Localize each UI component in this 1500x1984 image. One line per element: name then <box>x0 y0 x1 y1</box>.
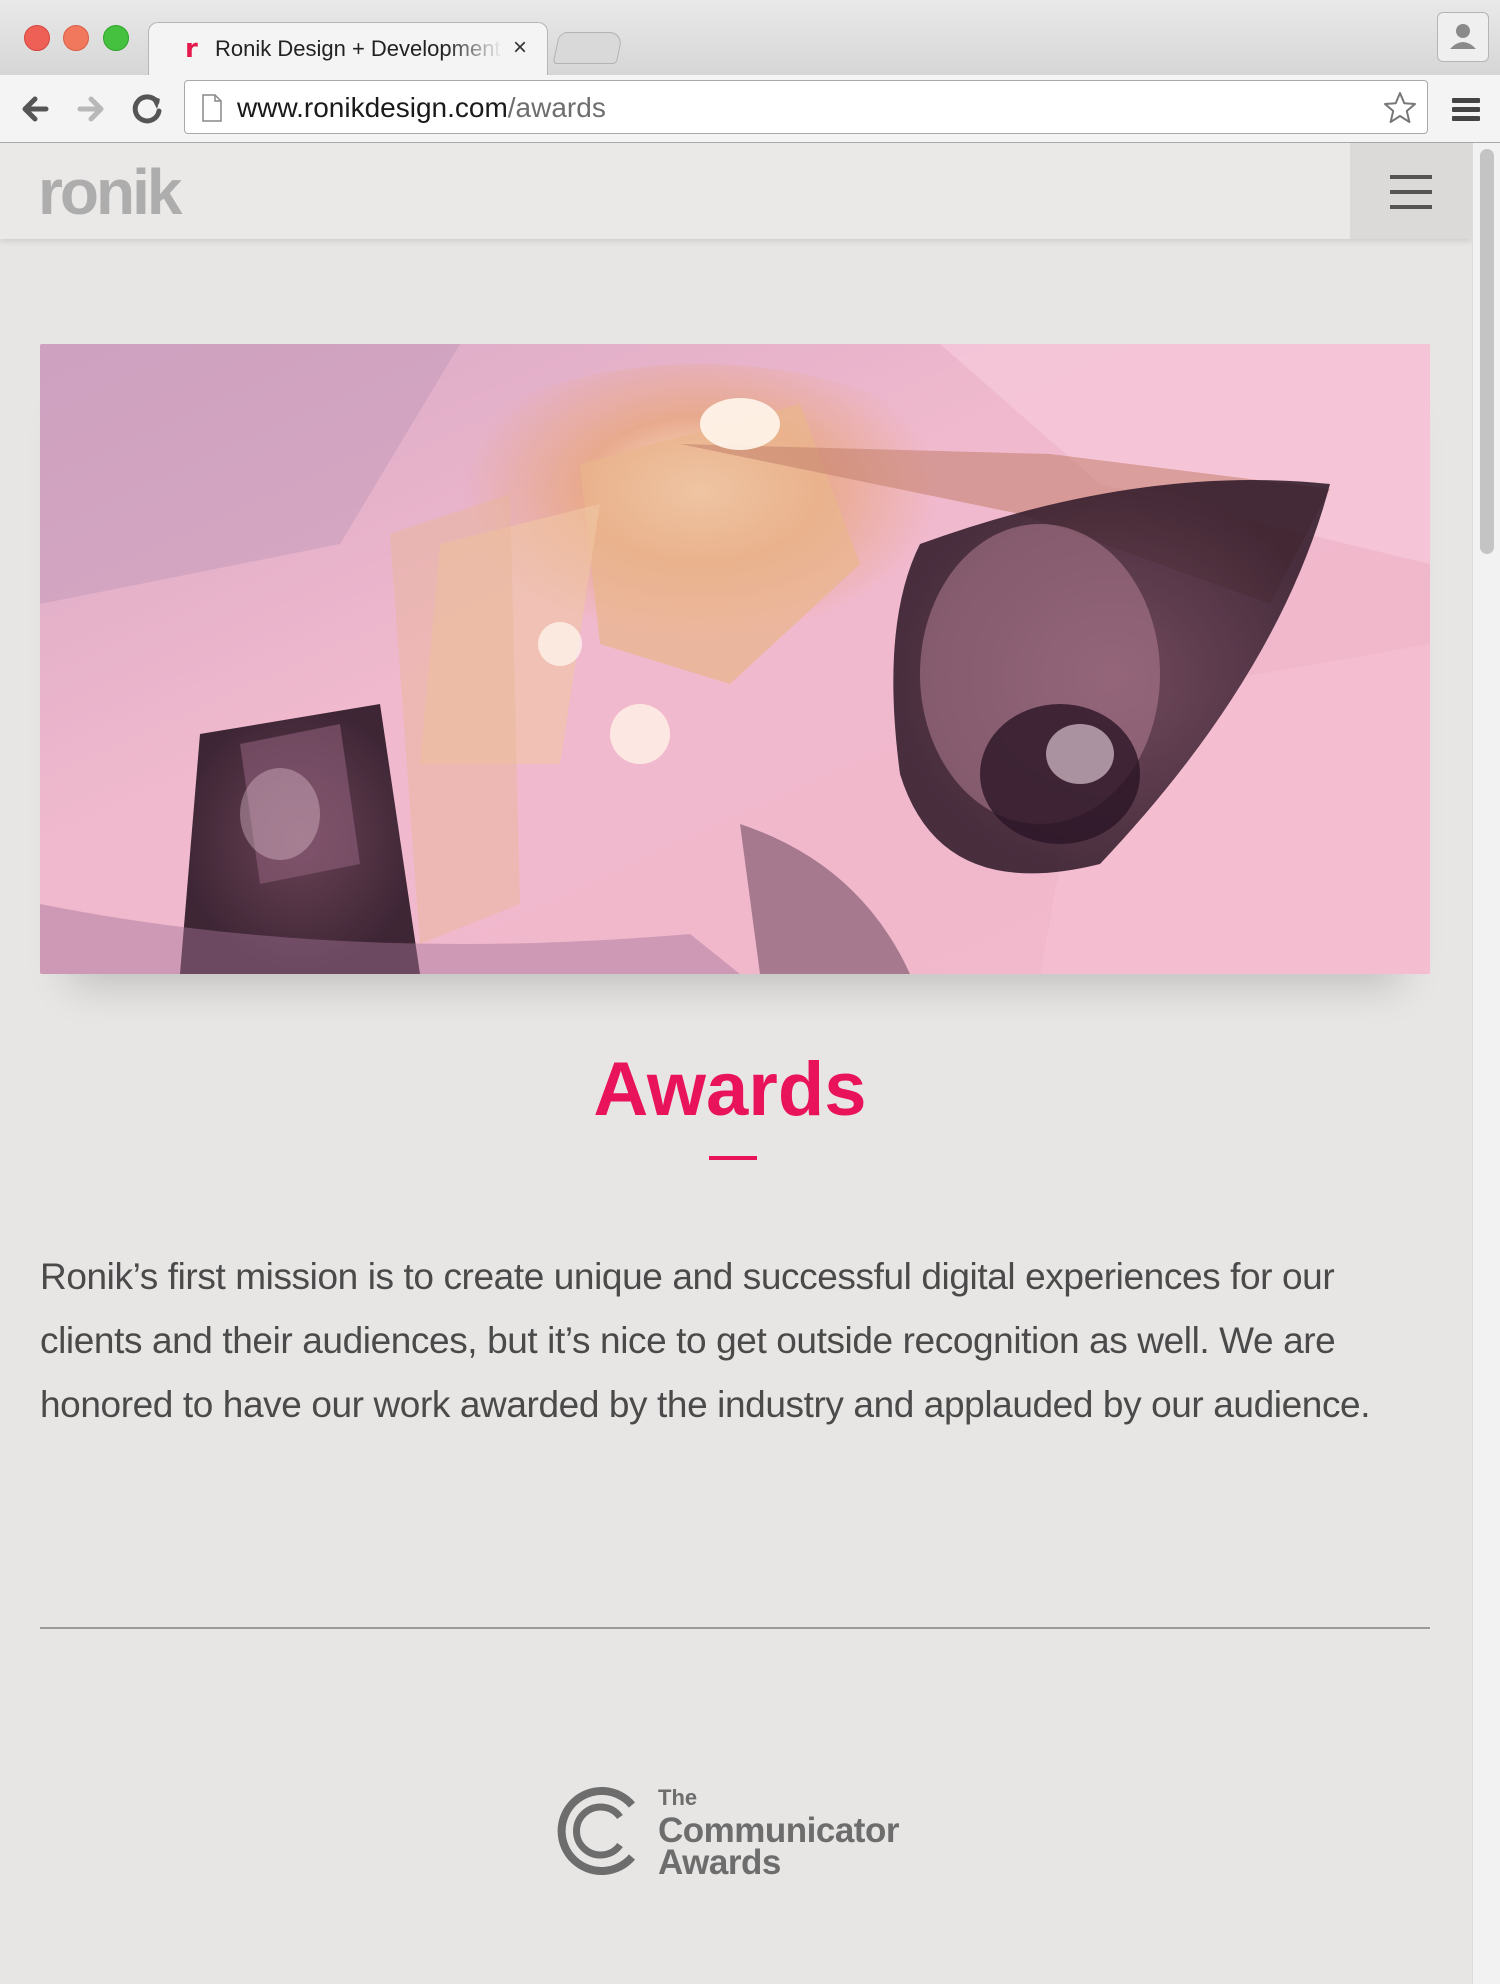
hamburger-icon-bar <box>1390 190 1432 194</box>
page-icon <box>202 94 222 122</box>
section-divider <box>40 1627 1430 1629</box>
back-button[interactable] <box>16 89 56 129</box>
ronik-favicon-icon: r <box>185 34 198 64</box>
browser-menu-icon[interactable] <box>1449 93 1483 127</box>
scrollbar-thumb[interactable] <box>1480 149 1494 554</box>
reload-button[interactable] <box>127 89 167 129</box>
url-text[interactable]: www.ronikdesign.com/awards <box>237 92 606 124</box>
award-line-awards: Awards <box>658 1843 781 1882</box>
browser-toolbar: www.ronikdesign.com/awards <box>0 75 1500 143</box>
profile-icon <box>1450 24 1476 49</box>
intro-paragraph: Ronik’s first mission is to create uniqu… <box>40 1256 1371 1425</box>
url-path: /awards <box>507 92 606 123</box>
communicator-awards-logo[interactable]: The Communicator Awards <box>554 1783 924 1883</box>
browser-titlebar: r Ronik Design + Development × <box>0 0 1500 75</box>
forward-button[interactable] <box>70 89 110 129</box>
ronik-logo[interactable]: ronik <box>38 155 182 229</box>
window-minimize-button[interactable] <box>63 25 89 51</box>
tab-title: Ronik Design + Development <box>215 36 501 61</box>
browser-tab[interactable]: r Ronik Design + Development × <box>148 22 548 75</box>
hamburger-menu-button[interactable] <box>1350 143 1472 239</box>
page-title: Awards <box>593 1047 867 1132</box>
page-viewport: ronik Awards Ronik’s first mission is to… <box>0 143 1472 1984</box>
window-maximize-button[interactable] <box>103 25 129 51</box>
tab-close-icon[interactable]: × <box>507 33 533 63</box>
hamburger-icon-bar <box>1390 205 1432 209</box>
new-tab-button[interactable] <box>552 32 624 64</box>
address-bar[interactable]: www.ronikdesign.com/awards <box>184 80 1428 134</box>
url-host: www.ronikdesign.com <box>237 92 508 123</box>
profile-button[interactable] <box>1437 12 1489 62</box>
bookmark-star-icon[interactable] <box>1382 90 1418 126</box>
title-underline <box>709 1156 757 1160</box>
window-close-button[interactable] <box>24 25 50 51</box>
award-line-the: The <box>658 1785 698 1810</box>
communicator-c-icon <box>557 1787 636 1875</box>
site-header: ronik <box>0 143 1472 239</box>
vertical-scrollbar[interactable] <box>1472 143 1500 1984</box>
hamburger-icon <box>1390 175 1432 179</box>
hero-image <box>40 344 1430 974</box>
